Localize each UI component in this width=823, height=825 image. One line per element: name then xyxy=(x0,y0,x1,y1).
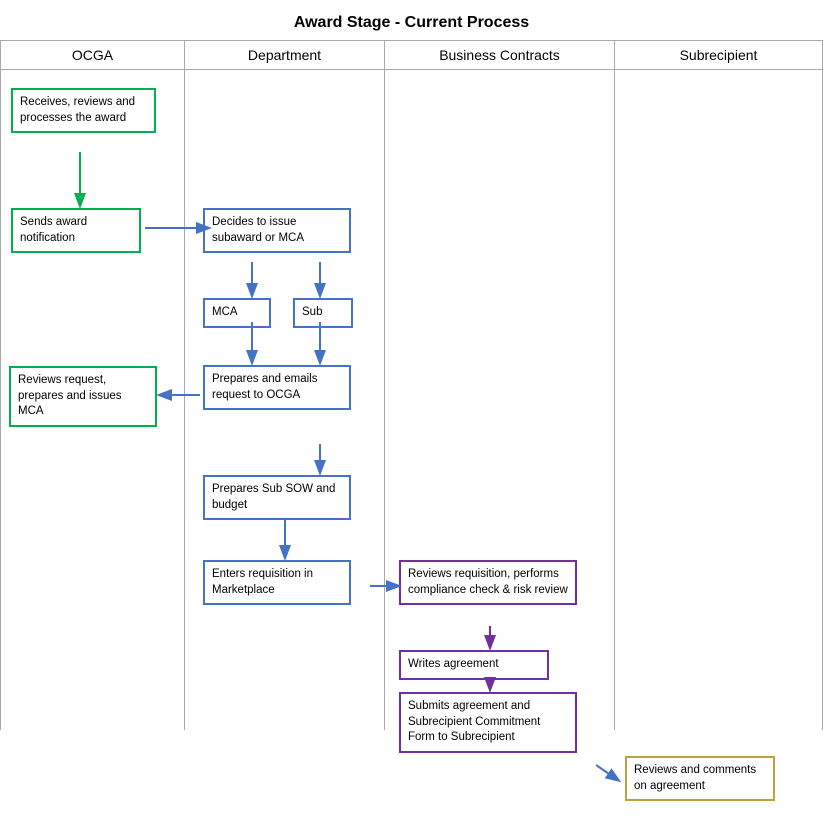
box-enters-req: Enters requisition in Marketplace xyxy=(203,560,351,605)
box-reviews-comments: Reviews and comments on agreement xyxy=(625,756,775,801)
box-prepares-sub: Prepares Sub SOW and budget xyxy=(203,475,351,520)
box-submits-agreement: Submits agreement and Subrecipient Commi… xyxy=(399,692,577,753)
page-title: Award Stage - Current Process xyxy=(0,0,823,40)
diagram-wrapper: OCGA Department Business Contracts Subre… xyxy=(0,40,823,730)
box-prepares-emails: Prepares and emails request to OCGA xyxy=(203,365,351,410)
box-sub: Sub xyxy=(293,298,353,328)
box-sends: Sends award notification xyxy=(11,208,141,253)
lane-header-dept: Department xyxy=(185,40,385,70)
lane-header-biz: Business Contracts xyxy=(385,40,615,70)
lane-body-biz: Reviews requisition, performs compliance… xyxy=(385,70,615,730)
box-mca: MCA xyxy=(203,298,271,328)
box-reviews-request: Reviews request, prepares and issues MCA xyxy=(9,366,157,427)
box-decides: Decides to issue subaward or MCA xyxy=(203,208,351,253)
box-receives: Receives, reviews and processes the awar… xyxy=(11,88,156,133)
lane-body-sub: Reviews and comments on agreement xyxy=(615,70,823,730)
lane-body-ocga: Receives, reviews and processes the awar… xyxy=(0,70,185,730)
box-writes-agreement: Writes agreement xyxy=(399,650,549,680)
lane-body-dept: Decides to issue subaward or MCA MCA Sub… xyxy=(185,70,385,730)
lane-header-ocga: OCGA xyxy=(0,40,185,70)
box-reviews-req: Reviews requisition, performs compliance… xyxy=(399,560,577,605)
lane-header-sub: Subrecipient xyxy=(615,40,823,70)
